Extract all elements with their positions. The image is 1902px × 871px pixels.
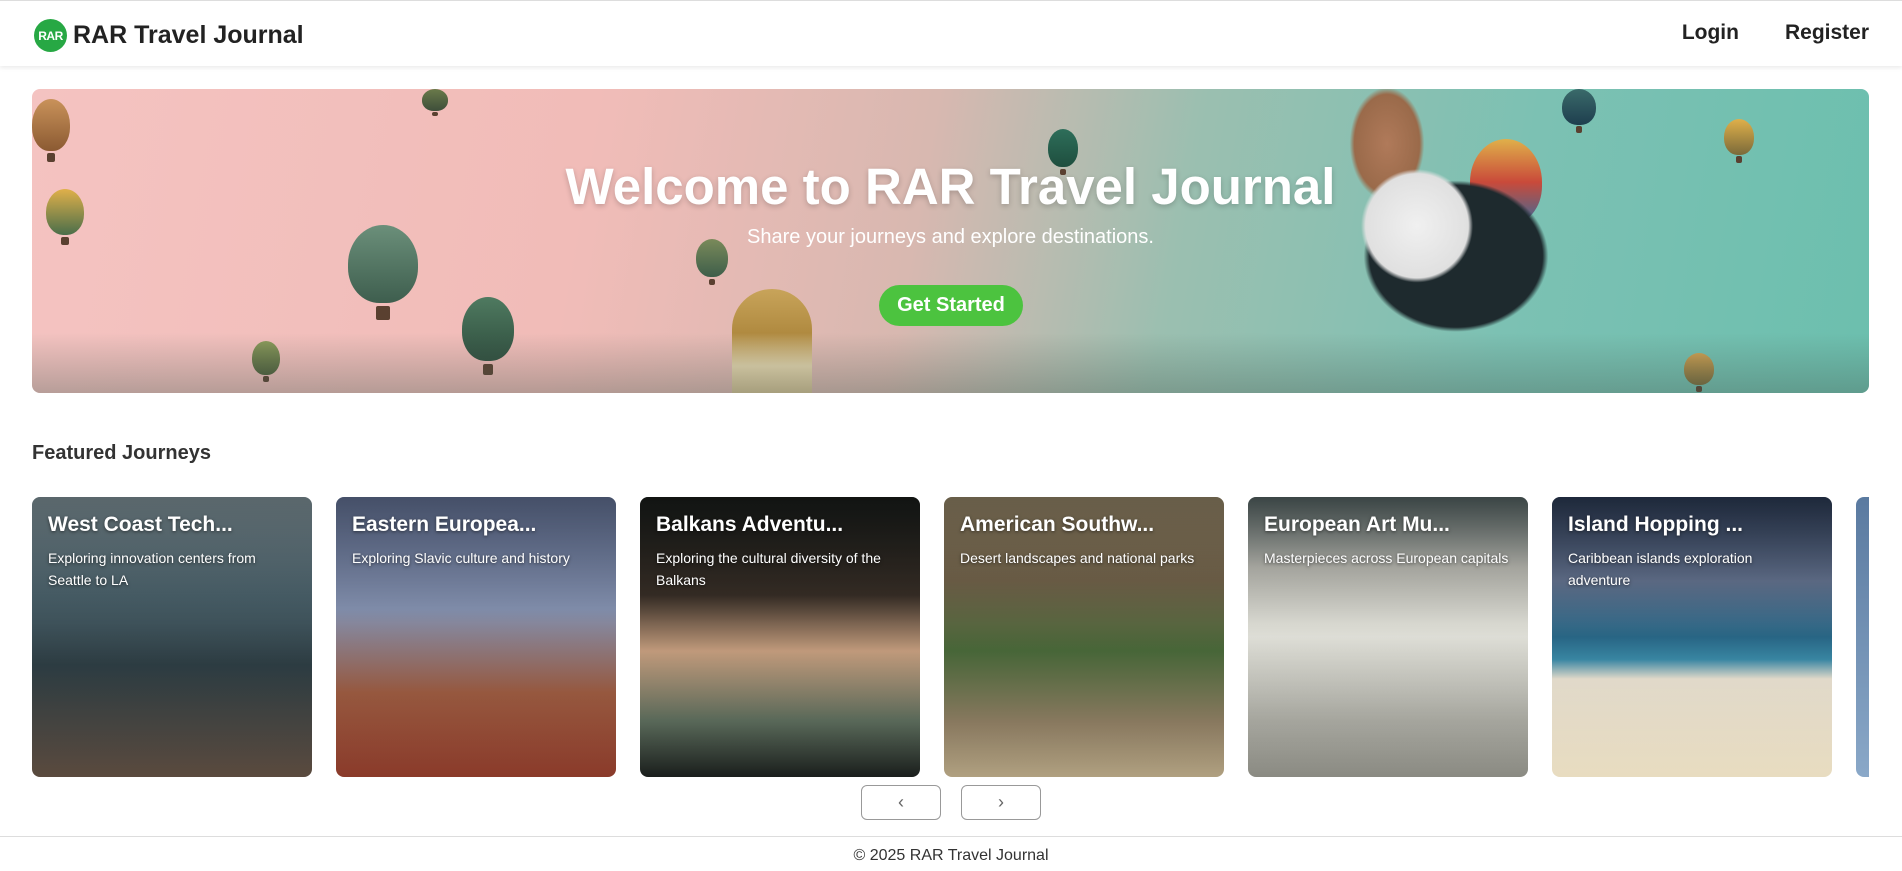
featured-heading: Featured Journeys	[32, 442, 211, 464]
balloon-image	[1562, 89, 1596, 133]
card-title: Eastern Europea...	[352, 513, 537, 536]
card-description: Exploring innovation centers from Seattl…	[48, 550, 256, 588]
site-title[interactable]: RAR Travel Journal	[73, 21, 304, 50]
nav-links: Login Register	[1682, 21, 1869, 45]
hero-title: Welcome to RAR Travel Journal	[565, 158, 1336, 215]
card-overlay	[640, 497, 920, 777]
balloon-image	[1724, 119, 1754, 163]
card-description: Exploring Slavic culture and history	[352, 550, 570, 566]
journey-card-partial[interactable]	[1856, 497, 1869, 777]
footer-text: © 2025 RAR Travel Journal	[853, 847, 1049, 864]
card-description: Exploring the cultural diversity of the …	[656, 550, 881, 588]
journey-card[interactable]: West Coast Tech... Exploring innovation …	[32, 497, 312, 777]
get-started-button[interactable]: Get Started	[879, 285, 1023, 326]
card-description: Desert landscapes and national parks	[960, 550, 1195, 566]
card-overlay	[32, 497, 312, 777]
footer: © 2025 RAR Travel Journal	[0, 836, 1902, 871]
card-title: West Coast Tech...	[48, 513, 233, 536]
journey-card[interactable]: Balkans Adventu... Exploring the cultura…	[640, 497, 920, 777]
card-title: American Southw...	[960, 513, 1155, 536]
carousel-prev-button[interactable]: ‹	[861, 785, 941, 820]
journey-card[interactable]: American Southw... Desert landscapes and…	[944, 497, 1224, 777]
card-overlay	[336, 497, 616, 777]
card-overlay	[1552, 497, 1832, 777]
logo-icon[interactable]: RAR	[34, 19, 67, 52]
card-overlay	[1248, 497, 1528, 777]
carousel-next-button[interactable]: ›	[961, 785, 1041, 820]
register-link[interactable]: Register	[1785, 21, 1869, 45]
card-title: Island Hopping ...	[1568, 513, 1743, 536]
balloon-image	[422, 89, 448, 116]
journey-card[interactable]: European Art Mu... Masterpieces across E…	[1248, 497, 1528, 777]
hero-ground	[32, 333, 1869, 393]
navbar: RAR RAR Travel Journal Login Register	[0, 0, 1902, 66]
journey-card[interactable]: Eastern Europea... Exploring Slavic cult…	[336, 497, 616, 777]
balloon-image	[32, 99, 70, 163]
card-title: Balkans Adventu...	[656, 513, 844, 536]
brand[interactable]: RAR RAR Travel Journal	[34, 19, 304, 52]
hero-banner: Welcome to RAR Travel Journal Share your…	[32, 89, 1869, 393]
card-description: Masterpieces across European capitals	[1264, 550, 1509, 566]
featured-carousel: West Coast Tech... Exploring innovation …	[32, 497, 1869, 777]
login-link[interactable]: Login	[1682, 21, 1739, 45]
card-description: Caribbean islands exploration adventure	[1568, 550, 1753, 588]
hero-subtitle: Share your journeys and explore destinat…	[747, 226, 1154, 248]
journey-card[interactable]: Island Hopping ... Caribbean islands exp…	[1552, 497, 1832, 777]
card-title: European Art Mu...	[1264, 513, 1450, 536]
card-overlay	[944, 497, 1224, 777]
